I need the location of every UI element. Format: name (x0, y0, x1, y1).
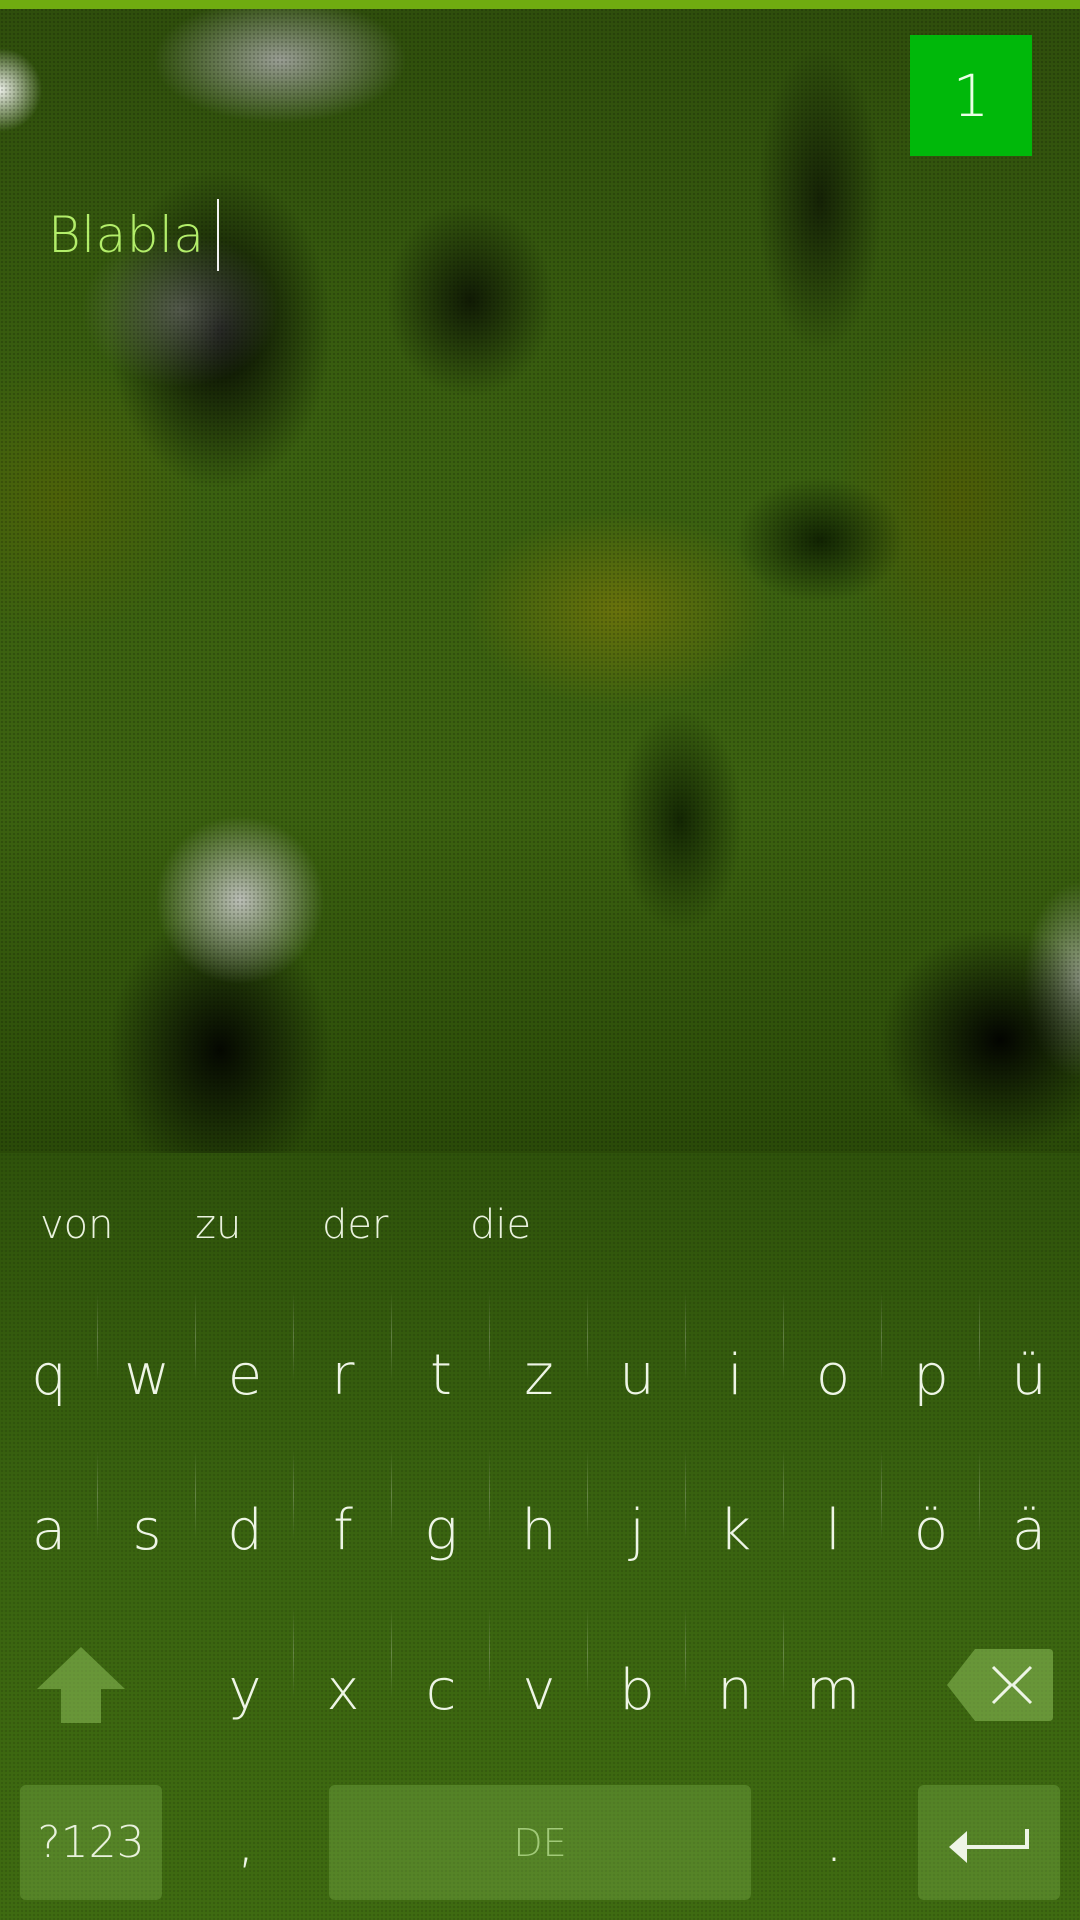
key-separator (391, 1292, 392, 1382)
enter-key[interactable] (918, 1785, 1060, 1900)
key-g[interactable]: g (392, 1475, 490, 1585)
key-separator (391, 1450, 392, 1540)
key-d[interactable]: d (196, 1475, 294, 1585)
comma-key[interactable]: , (196, 1785, 296, 1900)
top-accent-bar (0, 0, 1080, 9)
key-o-umlaut[interactable]: ö (882, 1475, 980, 1585)
key-b[interactable]: b (588, 1635, 686, 1745)
key-r[interactable]: r (294, 1320, 392, 1430)
suggestion-die[interactable]: die (470, 1190, 531, 1260)
key-separator (97, 1292, 98, 1382)
key-separator (489, 1608, 490, 1698)
key-w[interactable]: w (98, 1320, 196, 1430)
key-o[interactable]: o (784, 1320, 882, 1430)
key-separator (979, 1450, 980, 1540)
key-c[interactable]: c (392, 1635, 490, 1745)
key-h[interactable]: h (490, 1475, 588, 1585)
key-separator (293, 1292, 294, 1382)
key-k[interactable]: k (686, 1475, 784, 1585)
character-count-badge: 1 (910, 35, 1032, 156)
period-key[interactable]: . (784, 1785, 884, 1900)
backspace-icon (947, 1649, 1053, 1721)
key-i[interactable]: i (686, 1320, 784, 1430)
key-m[interactable]: m (784, 1635, 882, 1745)
blurred-wallpaper (0, 0, 1080, 1153)
key-f[interactable]: f (294, 1475, 392, 1585)
key-separator (685, 1608, 686, 1698)
key-u[interactable]: u (588, 1320, 686, 1430)
symbols-key[interactable]: ?123 (20, 1785, 162, 1900)
key-e[interactable]: e (196, 1320, 294, 1430)
key-l[interactable]: l (784, 1475, 882, 1585)
key-y[interactable]: y (196, 1635, 294, 1745)
key-a[interactable]: a (0, 1475, 98, 1585)
key-s[interactable]: s (98, 1475, 196, 1585)
key-separator (587, 1608, 588, 1698)
key-separator (783, 1608, 784, 1698)
key-separator (881, 1450, 882, 1540)
key-separator (391, 1608, 392, 1698)
key-separator (587, 1450, 588, 1540)
backspace-key[interactable] (940, 1640, 1060, 1730)
key-n[interactable]: n (686, 1635, 784, 1745)
suggestion-zu[interactable]: zu (195, 1190, 241, 1260)
suggestion-von[interactable]: von (40, 1190, 114, 1260)
space-key[interactable]: DE (329, 1785, 751, 1900)
key-separator (685, 1292, 686, 1382)
suggestion-der[interactable]: der (322, 1190, 388, 1260)
shift-arrow-icon (37, 1647, 125, 1723)
key-separator (881, 1292, 882, 1382)
key-t[interactable]: t (392, 1320, 490, 1430)
screen: 1 Blabla von zu der die q w e r t z u i … (0, 0, 1080, 1920)
key-separator (587, 1292, 588, 1382)
key-j[interactable]: j (588, 1475, 686, 1585)
key-separator (195, 1450, 196, 1540)
key-q[interactable]: q (0, 1320, 98, 1430)
key-separator (489, 1292, 490, 1382)
text-cursor (216, 199, 219, 271)
key-separator (783, 1292, 784, 1382)
key-z[interactable]: z (490, 1320, 588, 1430)
key-separator (293, 1450, 294, 1540)
text-input-value: Blabla (48, 206, 205, 264)
key-x[interactable]: x (294, 1635, 392, 1745)
key-p[interactable]: p (882, 1320, 980, 1430)
key-separator (293, 1608, 294, 1698)
key-separator (979, 1292, 980, 1382)
key-separator (685, 1450, 686, 1540)
key-v[interactable]: v (490, 1635, 588, 1745)
key-a-umlaut[interactable]: ä (980, 1475, 1078, 1585)
key-separator (97, 1450, 98, 1540)
enter-arrow-icon (949, 1828, 1029, 1863)
shift-key[interactable] (20, 1630, 142, 1740)
key-separator (195, 1292, 196, 1382)
key-separator (489, 1450, 490, 1540)
text-input-field[interactable]: Blabla (48, 195, 219, 275)
key-separator (783, 1450, 784, 1540)
key-u-umlaut[interactable]: ü (980, 1320, 1078, 1430)
